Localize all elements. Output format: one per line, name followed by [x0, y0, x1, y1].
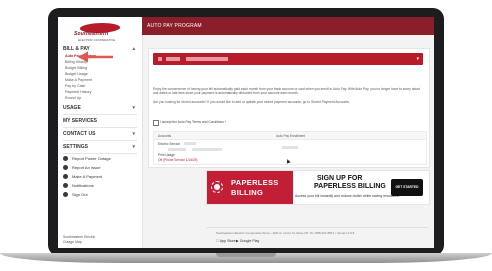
action-label: Notifications	[72, 183, 94, 188]
get-started-button[interactable]: GET STARTED	[391, 179, 423, 196]
get-started-label: GET STARTED	[395, 185, 419, 189]
annotation-arrow-icon	[78, 51, 113, 63]
print-usage-label: Print Usage	[158, 153, 175, 157]
google-play-link[interactable]: ▶ Google Play	[236, 239, 259, 243]
redacted-text	[166, 57, 180, 61]
service-name: Electric Service	[158, 142, 180, 146]
redacted-text	[184, 142, 196, 145]
payment-icon	[63, 174, 68, 179]
enrollment-status[interactable]: Off (Phone Service 1/16/25)	[158, 158, 197, 162]
chevron-down-icon: ▾	[416, 56, 419, 62]
report-outage-action[interactable]: Report Power Outage	[63, 154, 137, 163]
action-label: Sign Out	[72, 192, 88, 197]
logo[interactable]: Southeastern ELECTRIC COOPERATIVE	[68, 21, 134, 45]
redacted-text	[192, 148, 222, 151]
terms-label: I accept the Auto Pay Terms and Conditio…	[160, 120, 227, 124]
contact-us-label: CONTACT US	[63, 131, 96, 137]
sun-core	[214, 184, 220, 190]
page-title: AUTO PAY PROGRAM	[147, 23, 202, 29]
banner-paperless: PAPERLESS	[231, 178, 279, 187]
redacted-text	[158, 57, 162, 61]
action-label: Report Power Outage	[72, 156, 111, 161]
col-accounts: Accounts	[158, 134, 172, 138]
table-header: Accounts Auto Pay Enrollment	[154, 132, 426, 140]
usage-header[interactable]: USAGE ▾	[63, 104, 137, 112]
settings-label: SETTINGS	[63, 144, 89, 150]
banner-graphic: PAPERLESS BILLING	[207, 171, 293, 204]
chevron-down-icon: ▾	[132, 131, 135, 137]
app-screen: Southeastern ELECTRIC COOPERATIVE BILL &…	[58, 17, 434, 248]
terms-checkbox[interactable]	[153, 120, 159, 126]
action-label: Make A Payment	[72, 174, 103, 179]
my-services-label: MY SERVICES	[63, 118, 97, 124]
top-bar: AUTO PAY PROGRAM	[142, 17, 434, 35]
auto-pay-panel: ▾ Enjoy the convenience of having your b…	[148, 48, 430, 168]
redacted-text	[282, 146, 298, 149]
banner-subtext: Access your bill instantly and reduce cl…	[295, 194, 400, 198]
bell-icon	[63, 183, 68, 188]
divider	[63, 127, 137, 128]
divider	[63, 114, 137, 115]
alert-icon	[63, 165, 68, 170]
nav-sections: USAGE ▾ MY SERVICES CONTACT US ▾ SETTING…	[63, 104, 137, 156]
chevron-up-icon: ▴	[132, 46, 135, 52]
action-label: Report An Issue	[72, 165, 101, 170]
banner-headline-1: SIGN UP FOR	[317, 175, 363, 182]
chevron-down-icon: ▾	[132, 105, 135, 111]
contact-us-header[interactable]: CONTACT US ▾	[63, 130, 137, 138]
footer-divider	[206, 227, 428, 228]
settings-header[interactable]: SETTINGS ▾	[63, 143, 137, 151]
sign-out-icon	[63, 192, 68, 197]
notifications-action[interactable]: Notifications	[63, 181, 137, 190]
sign-out-action[interactable]: Sign Out	[63, 190, 137, 199]
banner-headline-2: PAPERLESS BILLING	[314, 183, 386, 190]
report-issue-action[interactable]: Report An Issue	[63, 163, 137, 172]
google-play-label: Google Play	[239, 239, 260, 243]
stored-accounts-note: Are you looking for stored accounts? If …	[153, 100, 350, 104]
app-store-label: App Store	[216, 239, 236, 243]
link-outage-map[interactable]: Outage Map	[63, 240, 137, 245]
outage-icon	[63, 156, 68, 161]
logo-text: Southeastern	[74, 31, 109, 37]
paperless-banner[interactable]: PAPERLESS BILLING SIGN UP FOR PAPERLESS …	[206, 170, 430, 205]
app-store-link[interactable]:  App Store	[216, 239, 236, 243]
quick-actions: Report Power Outage Report An Issue Make…	[63, 154, 137, 199]
make-payment-action[interactable]: Make A Payment	[63, 172, 137, 181]
account-selector[interactable]: ▾	[153, 53, 423, 65]
divider	[63, 140, 137, 141]
footer-info: Southeastern Electric Cooperative Store …	[216, 231, 355, 235]
logo-subtext: ELECTRIC COOPERATIVE	[78, 38, 116, 42]
auto-pay-description: Enjoy the convenience of having your bil…	[153, 87, 421, 96]
my-services-header[interactable]: MY SERVICES	[63, 117, 137, 125]
sidebar-item-round-up[interactable]: Round Up	[63, 95, 137, 101]
usage-label: USAGE	[63, 105, 81, 111]
bottom-links: Southeastern Electric Outage Map	[63, 235, 137, 245]
chevron-down-icon: ▾	[132, 144, 135, 150]
laptop-notch	[216, 253, 276, 257]
redacted-text	[168, 148, 186, 151]
banner-billing: BILLING	[231, 188, 264, 197]
col-enrollment: Auto Pay Enrollment	[276, 134, 306, 138]
redacted-text	[186, 57, 228, 61]
